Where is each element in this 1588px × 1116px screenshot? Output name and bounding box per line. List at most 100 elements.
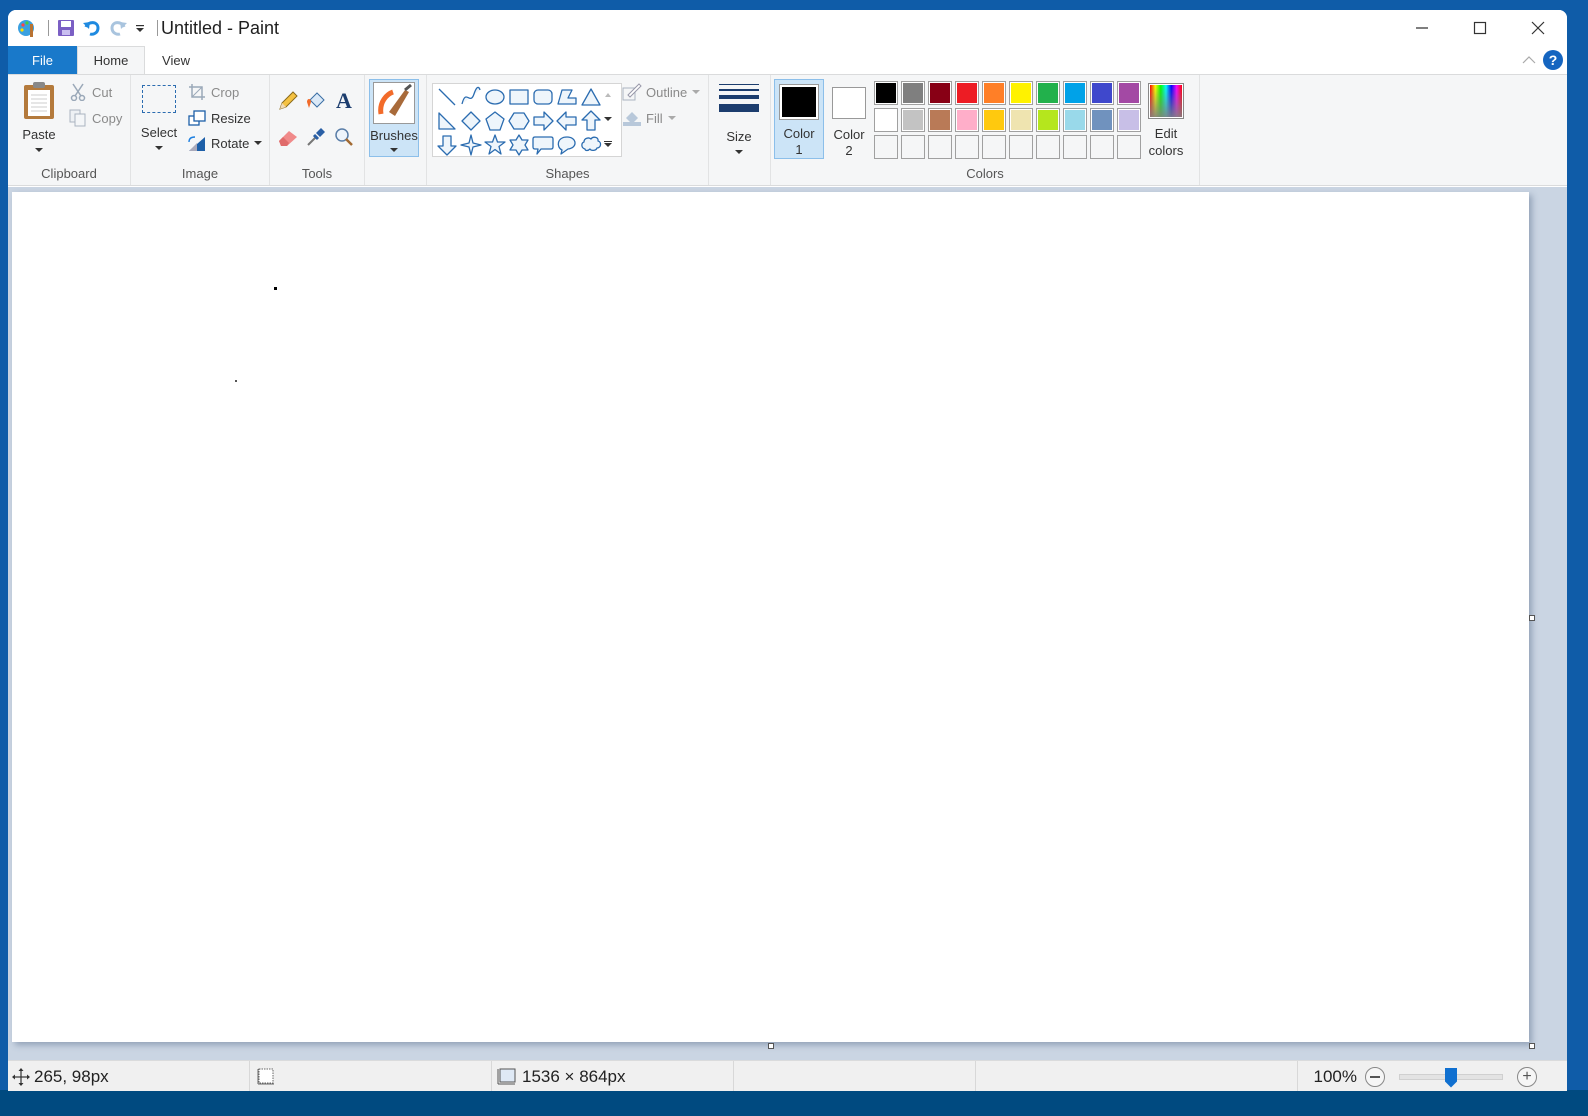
palette-swatch[interactable]	[955, 81, 979, 105]
paint-app-icon[interactable]	[16, 17, 38, 39]
shape-six-point-star[interactable]	[508, 134, 530, 156]
minimize-button[interactable]	[1393, 10, 1451, 46]
shape-pentagon[interactable]	[484, 110, 506, 132]
shape-cloud-callout[interactable]	[580, 134, 602, 156]
palette-swatch[interactable]	[1009, 108, 1033, 132]
palette-swatch[interactable]	[901, 108, 925, 132]
brushes-button[interactable]: Brushes	[369, 79, 419, 157]
drawing-canvas[interactable]	[12, 192, 1529, 1042]
crop-button[interactable]: Crop	[187, 81, 239, 103]
gallery-scroll-down-icon[interactable]	[604, 116, 612, 121]
outline-button[interactable]: Outline	[622, 81, 701, 103]
rotate-button[interactable]: Rotate	[187, 132, 263, 154]
palette-swatch[interactable]	[874, 81, 898, 105]
shape-oval-callout[interactable]	[556, 134, 578, 156]
gallery-expand-icon[interactable]	[604, 140, 612, 148]
custom-color-slot[interactable]	[1063, 135, 1087, 159]
custom-color-slot[interactable]	[955, 135, 979, 159]
customize-qat-icon[interactable]	[133, 17, 147, 39]
shape-line[interactable]	[436, 86, 458, 108]
palette-swatch[interactable]	[1063, 108, 1087, 132]
custom-color-slot[interactable]	[1009, 135, 1033, 159]
save-icon[interactable]	[55, 17, 77, 39]
palette-swatch[interactable]	[982, 108, 1006, 132]
custom-color-slot[interactable]	[982, 135, 1006, 159]
palette-swatch[interactable]	[928, 81, 952, 105]
shape-down-arrow[interactable]	[436, 134, 458, 156]
shape-hexagon[interactable]	[508, 110, 530, 132]
undo-icon[interactable]	[81, 17, 103, 39]
custom-color-slot[interactable]	[1036, 135, 1060, 159]
custom-color-slot[interactable]	[1117, 135, 1141, 159]
color2-button[interactable]: Color 2	[824, 79, 874, 159]
palette-swatch[interactable]	[1036, 81, 1060, 105]
edit-colors-button[interactable]: Edit colors	[1144, 83, 1188, 159]
shape-diamond[interactable]	[460, 110, 482, 132]
cut-button[interactable]: Cut	[68, 81, 112, 103]
eraser-tool[interactable]	[276, 125, 300, 149]
palette-swatch[interactable]	[1090, 108, 1114, 132]
palette-swatch[interactable]	[1009, 81, 1033, 105]
magnifier-tool[interactable]	[332, 125, 356, 149]
resize-handle-corner[interactable]	[1529, 1043, 1535, 1049]
shape-right-arrow[interactable]	[532, 110, 554, 132]
color-picker-tool[interactable]	[304, 125, 328, 149]
shape-four-point-star[interactable]	[460, 134, 482, 156]
palette-swatch[interactable]	[1063, 81, 1087, 105]
copy-button[interactable]: Copy	[68, 107, 122, 129]
fill-button[interactable]: Fill	[622, 107, 676, 129]
zoom-slider[interactable]	[1399, 1067, 1503, 1088]
palette-swatch[interactable]	[982, 81, 1006, 105]
custom-color-slot[interactable]	[1090, 135, 1114, 159]
collapse-ribbon-button[interactable]	[1519, 50, 1539, 70]
zoom-in-button[interactable]: +	[1517, 1066, 1537, 1087]
palette-swatch[interactable]	[955, 108, 979, 132]
maximize-button[interactable]	[1451, 10, 1509, 46]
swatch-fill	[957, 110, 977, 130]
select-button[interactable]: Select	[139, 85, 179, 150]
custom-color-slot[interactable]	[901, 135, 925, 159]
paste-button[interactable]: Paste	[18, 81, 60, 152]
gallery-scroll-up-icon[interactable]	[605, 92, 611, 97]
shape-rounded-callout[interactable]	[532, 134, 554, 156]
resize-handle-bottom[interactable]	[768, 1043, 774, 1049]
help-button[interactable]: ?	[1543, 50, 1563, 70]
custom-color-slot[interactable]	[874, 135, 898, 159]
shape-curve[interactable]	[460, 86, 482, 108]
shape-triangle[interactable]	[580, 86, 602, 108]
shape-left-arrow[interactable]	[556, 110, 578, 132]
size-button[interactable]: Size	[717, 83, 761, 154]
shape-rounded-rectangle[interactable]	[532, 86, 554, 108]
color2-fill	[835, 90, 863, 116]
shape-right-triangle[interactable]	[436, 110, 458, 132]
resize-handle-right[interactable]	[1529, 615, 1535, 621]
shape-oval[interactable]	[484, 86, 506, 108]
shape-up-arrow[interactable]	[580, 110, 602, 132]
palette-swatch[interactable]	[1117, 81, 1141, 105]
tab-view[interactable]: View	[145, 46, 207, 74]
text-tool[interactable]: A	[332, 88, 356, 113]
shape-rectangle[interactable]	[508, 86, 530, 108]
palette-swatch[interactable]	[928, 108, 952, 132]
palette-swatch[interactable]	[1090, 81, 1114, 105]
custom-color-slot[interactable]	[928, 135, 952, 159]
tab-file[interactable]: File	[8, 46, 77, 74]
close-button[interactable]	[1509, 10, 1567, 46]
redo-icon[interactable]	[107, 17, 129, 39]
palette-swatch[interactable]	[1036, 108, 1060, 132]
tab-home[interactable]: Home	[77, 46, 145, 74]
shape-five-point-star[interactable]	[484, 134, 506, 156]
palette-swatch[interactable]	[901, 81, 925, 105]
status-bar: 265, 98px 1536 × 864px 100% +	[8, 1060, 1567, 1091]
palette-swatch[interactable]	[1117, 108, 1141, 132]
palette-swatch[interactable]	[874, 108, 898, 132]
zoom-out-button[interactable]	[1365, 1066, 1385, 1087]
shape-polygon[interactable]	[556, 86, 578, 108]
color1-button[interactable]: Color 1	[774, 79, 824, 159]
fill-tool[interactable]	[304, 89, 328, 113]
select-dropdown-icon[interactable]	[155, 146, 163, 150]
paste-dropdown-icon[interactable]	[35, 148, 43, 152]
pencil-tool[interactable]	[276, 89, 300, 113]
zoom-slider-thumb[interactable]	[1445, 1067, 1457, 1088]
resize-button[interactable]: Resize	[187, 107, 251, 129]
